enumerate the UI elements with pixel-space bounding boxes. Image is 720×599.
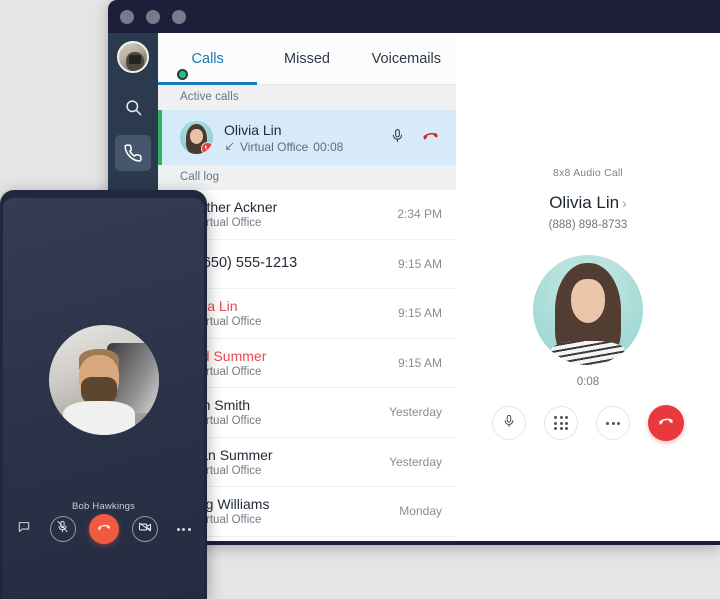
mute-button[interactable] (492, 406, 526, 440)
minimize-window-icon[interactable] (146, 9, 160, 24)
sidebar-item-search[interactable] (115, 89, 151, 125)
mobile-phone-overlay: Bob Hawkings (0, 190, 207, 599)
video-off-icon (138, 520, 152, 539)
call-log-name: Lillian Summer (180, 446, 273, 463)
search-icon (124, 98, 143, 117)
maximize-window-icon[interactable] (172, 9, 186, 24)
phone-participant-name: Bob Hawkings (71, 501, 136, 512)
active-call-row[interactable]: Olivia Lin Virtual Office 00:08 (158, 110, 456, 165)
mute-button[interactable] (49, 516, 76, 542)
avatar[interactable] (117, 41, 149, 73)
call-phone-number: (888) 898-8733 (548, 219, 628, 231)
call-log-time: Monday (399, 504, 442, 519)
call-log-section-label: Call log (158, 165, 456, 190)
call-log-name: Brad Summer (180, 347, 267, 364)
window-titlebar[interactable] (108, 0, 720, 33)
call-log-time: 9:15 AM (397, 306, 442, 321)
call-log-time: Yesterday (389, 405, 442, 420)
tab-bar: Calls Missed Voicemails (158, 33, 456, 85)
more-options-button[interactable] (596, 406, 630, 440)
call-log-number-line: (650) 555-1213 (180, 255, 390, 272)
avatar-body (62, 401, 135, 435)
call-log-name: John Smith (180, 397, 251, 414)
call-log-name: Gunther Ackner (180, 199, 278, 216)
incoming-call-arrow-icon (224, 141, 235, 152)
call-log-time: Yesterday (389, 454, 442, 469)
call-log-info: John Smith Virtual Office (180, 397, 381, 427)
avatar-face (190, 129, 203, 144)
end-call-button[interactable] (648, 405, 684, 441)
hangup-icon (96, 519, 112, 540)
dialpad-icon (554, 416, 568, 430)
phone-screen: Bob Hawkings (3, 198, 204, 599)
active-call-name: Olivia Lin (224, 121, 282, 138)
call-log-meta: Virtual Office (180, 217, 389, 229)
avatar-detail (129, 55, 141, 64)
chat-icon (17, 520, 31, 539)
hangup-icon[interactable] (421, 126, 440, 150)
call-contact-name: Olivia Lin (549, 193, 620, 212)
active-call-detail-panel: 8x8 Audio Call Olivia Lin › (888) 898-87… (456, 33, 720, 541)
active-call-actions (390, 126, 446, 150)
call-log-info: Brad Summer Virtual Office (180, 348, 390, 378)
avatar (180, 121, 213, 154)
active-call-info: Olivia Lin Virtual Office 00:08 (224, 122, 390, 154)
avatar (48, 325, 159, 435)
call-log-name: Craig Williams (180, 496, 270, 513)
tab-missed[interactable]: Missed (257, 33, 356, 84)
close-window-icon[interactable] (120, 9, 134, 24)
video-toggle-button[interactable] (131, 516, 158, 542)
avatar-shirt (551, 341, 625, 365)
tab-calls[interactable]: Calls (158, 33, 258, 85)
call-log-info: Gunther Ackner Virtual Office (180, 199, 389, 229)
call-log-meta: Virtual Office (180, 415, 381, 427)
active-call-location: Virtual Office (240, 139, 309, 154)
chat-button[interactable] (11, 516, 37, 542)
ellipsis-icon (606, 421, 620, 425)
call-status-badge (201, 142, 213, 154)
chevron-right-icon: › (622, 195, 627, 211)
online-status-dot (177, 69, 188, 80)
microphone-icon[interactable] (390, 128, 405, 148)
call-log-name: (650) 555-1213 (198, 255, 298, 272)
call-log-meta: Virtual Office (180, 366, 390, 378)
call-log-meta: Virtual Office (180, 514, 391, 526)
end-call-button[interactable] (88, 514, 119, 544)
call-controls (456, 405, 720, 441)
microphone-muted-icon (56, 520, 69, 538)
phone-icon (123, 143, 143, 163)
more-options-button[interactable] (171, 516, 197, 542)
sidebar-item-calls[interactable] (115, 135, 151, 171)
call-log-meta: Virtual Office (180, 465, 381, 477)
call-contact-header[interactable]: Olivia Lin › (456, 193, 720, 213)
call-log-meta: Virtual Office (180, 316, 390, 328)
avatar-face (571, 279, 605, 323)
active-call-meta: Virtual Office 00:08 (224, 140, 390, 154)
avatar (533, 255, 643, 365)
ellipsis-icon (176, 527, 191, 531)
call-log-time: 2:34 PM (397, 207, 442, 222)
call-log-info: Lillian Summer Virtual Office (180, 447, 381, 477)
call-log-time: 9:15 AM (397, 355, 442, 370)
call-log-info: Olivia Lin Virtual Office (180, 298, 390, 328)
microphone-icon (502, 414, 516, 433)
call-timer: 0:08 (576, 376, 600, 388)
tab-voicemails[interactable]: Voicemails (357, 33, 456, 84)
active-calls-section-label: Active calls (158, 85, 456, 110)
phone-call-controls (3, 514, 204, 544)
call-log-info: (650) 555-1213 (180, 255, 390, 272)
dialpad-button[interactable] (544, 406, 578, 440)
active-call-duration: 00:08 (313, 139, 344, 154)
call-log-info: Craig Williams Virtual Office (180, 496, 391, 526)
call-type-label: 8x8 Audio Call (553, 167, 623, 179)
hangup-icon (657, 412, 675, 435)
call-log-name: Olivia Lin (180, 298, 238, 315)
call-log-time: 9:15 AM (397, 256, 442, 271)
